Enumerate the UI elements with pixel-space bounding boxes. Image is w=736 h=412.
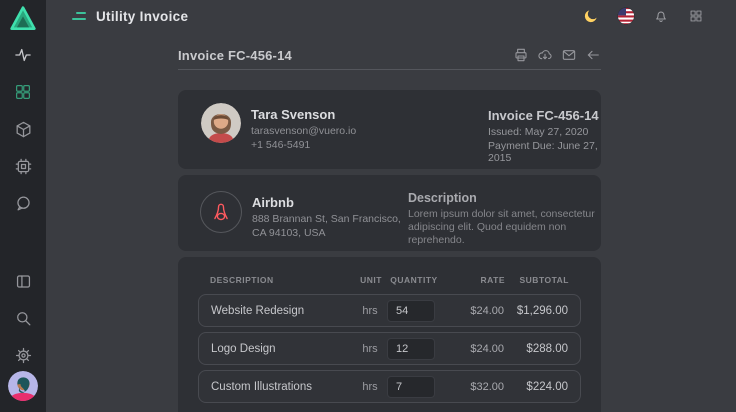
invoice-meta-block: Invoice FC-456-14 Issued: May 27, 2020 P… — [488, 108, 601, 164]
sidebar-item-packages[interactable] — [11, 117, 35, 141]
user-avatar[interactable] — [8, 371, 38, 401]
bell-icon — [653, 8, 669, 24]
description-block: Description Lorem ipsum dolor sit amet, … — [408, 191, 598, 247]
table-rows: Website Redesign hrs $24.00 $1,296.00 Lo… — [198, 294, 581, 403]
back-button[interactable] — [585, 47, 601, 63]
sidebar-item-settings[interactable] — [11, 343, 35, 367]
item-quantity-cell — [387, 300, 439, 322]
item-unit: hrs — [353, 343, 387, 355]
table-row: Custom Illustrations hrs $32.00 $224.00 — [198, 370, 581, 403]
invoice-header: Invoice FC-456-14 — [178, 45, 601, 65]
customer-block: Tara Svenson tarasvenson@vuero.io +1 546… — [201, 103, 356, 151]
chat-bubble-icon — [14, 194, 33, 213]
company-description-card: Airbnb 888 Brannan St, San Francisco, CA… — [178, 175, 601, 251]
item-description: Logo Design — [211, 343, 353, 355]
company-block: Airbnb 888 Brannan St, San Francisco, CA… — [200, 191, 401, 239]
page-title: Utility Invoice — [96, 9, 188, 24]
sidebar-item-layouts[interactable] — [11, 269, 35, 293]
table-row: Website Redesign hrs $24.00 $1,296.00 — [198, 294, 581, 327]
header-divider — [178, 69, 601, 70]
app-logo[interactable] — [9, 5, 37, 32]
item-rate: $24.00 — [439, 343, 504, 355]
activity-icon — [13, 45, 33, 65]
layout-columns-icon — [14, 272, 33, 291]
airbnb-icon — [208, 199, 234, 225]
sidebar-item-search[interactable] — [11, 306, 35, 330]
quantity-input[interactable] — [387, 300, 435, 322]
search-icon — [14, 309, 33, 328]
dashboard-grid-icon — [14, 83, 32, 101]
invoice-issued-date: Issued: May 27, 2020 — [488, 126, 601, 138]
customer-avatar — [201, 103, 241, 143]
sidebar-item-components[interactable] — [11, 154, 35, 178]
customer-photo-icon — [201, 103, 241, 143]
item-subtotal: $224.00 — [504, 381, 568, 393]
col-header-description: DESCRIPTION — [210, 275, 354, 285]
company-info: Airbnb 888 Brannan St, San Francisco, CA… — [252, 191, 401, 239]
customer-info: Tara Svenson tarasvenson@vuero.io +1 546… — [251, 103, 356, 151]
item-subtotal: $1,296.00 — [504, 305, 568, 317]
menu-toggle-icon[interactable] — [72, 12, 86, 20]
triangle-logo-icon — [9, 5, 37, 31]
download-button[interactable] — [537, 47, 553, 63]
settings-gear-icon — [14, 346, 33, 365]
quantity-input[interactable] — [387, 376, 435, 398]
description-text: Lorem ipsum dolor sit amet, consectetur … — [408, 208, 598, 247]
customer-phone: +1 546-5491 — [251, 139, 356, 151]
invoice-parties-card: Tara Svenson tarasvenson@vuero.io +1 546… — [178, 90, 601, 169]
item-quantity-cell — [387, 338, 439, 360]
profile-illustration-icon — [8, 371, 38, 401]
invoice-toolbar — [513, 47, 601, 63]
quantity-input[interactable] — [387, 338, 435, 360]
print-button[interactable] — [513, 47, 529, 63]
company-name: Airbnb — [252, 195, 401, 210]
us-flag-icon — [617, 7, 635, 25]
send-email-button[interactable] — [561, 47, 577, 63]
sidebar-item-activity[interactable] — [11, 43, 35, 67]
notifications-button[interactable] — [649, 4, 673, 28]
table-header-row: DESCRIPTION UNIT QUANTITY RATE SUBTOTAL — [198, 275, 581, 285]
company-address-line1: 888 Brannan St, San Francisco, — [252, 213, 401, 225]
sidebar — [0, 0, 46, 412]
col-header-subtotal: SUBTOTAL — [505, 275, 569, 285]
line-items-card: DESCRIPTION UNIT QUANTITY RATE SUBTOTAL … — [178, 257, 601, 412]
item-quantity-cell — [387, 376, 439, 398]
sidebar-item-messages[interactable] — [11, 191, 35, 215]
col-header-unit: UNIT — [354, 275, 388, 285]
item-rate: $32.00 — [439, 381, 504, 393]
item-unit: hrs — [353, 381, 387, 393]
invoice-title: Invoice FC-456-14 — [178, 48, 292, 63]
item-description: Website Redesign — [211, 305, 353, 317]
item-description: Custom Illustrations — [211, 381, 353, 393]
company-logo — [200, 191, 242, 233]
arrow-left-icon — [585, 47, 601, 63]
sidebar-item-dashboards[interactable] — [11, 80, 35, 104]
apps-panel-button[interactable] — [684, 4, 708, 28]
col-header-rate: RATE — [440, 275, 505, 285]
item-rate: $24.00 — [439, 305, 504, 317]
description-heading: Description — [408, 191, 598, 205]
printer-icon — [513, 47, 529, 63]
apps-grid-icon — [689, 9, 703, 23]
chip-icon — [14, 157, 33, 176]
col-header-quantity: QUANTITY — [388, 275, 440, 285]
invoice-number: Invoice FC-456-14 — [488, 108, 601, 123]
customer-email: tarasvenson@vuero.io — [251, 125, 356, 137]
item-unit: hrs — [353, 305, 387, 317]
customer-name: Tara Svenson — [251, 107, 356, 122]
box-icon — [14, 120, 33, 139]
company-address-line2: CA 94103, USA — [252, 227, 401, 239]
cloud-download-icon — [537, 47, 553, 63]
invoice-page: Invoice FC-456-14 — [178, 0, 601, 412]
item-subtotal: $288.00 — [504, 343, 568, 355]
language-selector[interactable] — [614, 4, 638, 28]
invoice-due-date: Payment Due: June 27, 2015 — [488, 140, 601, 164]
envelope-icon — [561, 47, 577, 63]
table-row: Logo Design hrs $24.00 $288.00 — [198, 332, 581, 365]
